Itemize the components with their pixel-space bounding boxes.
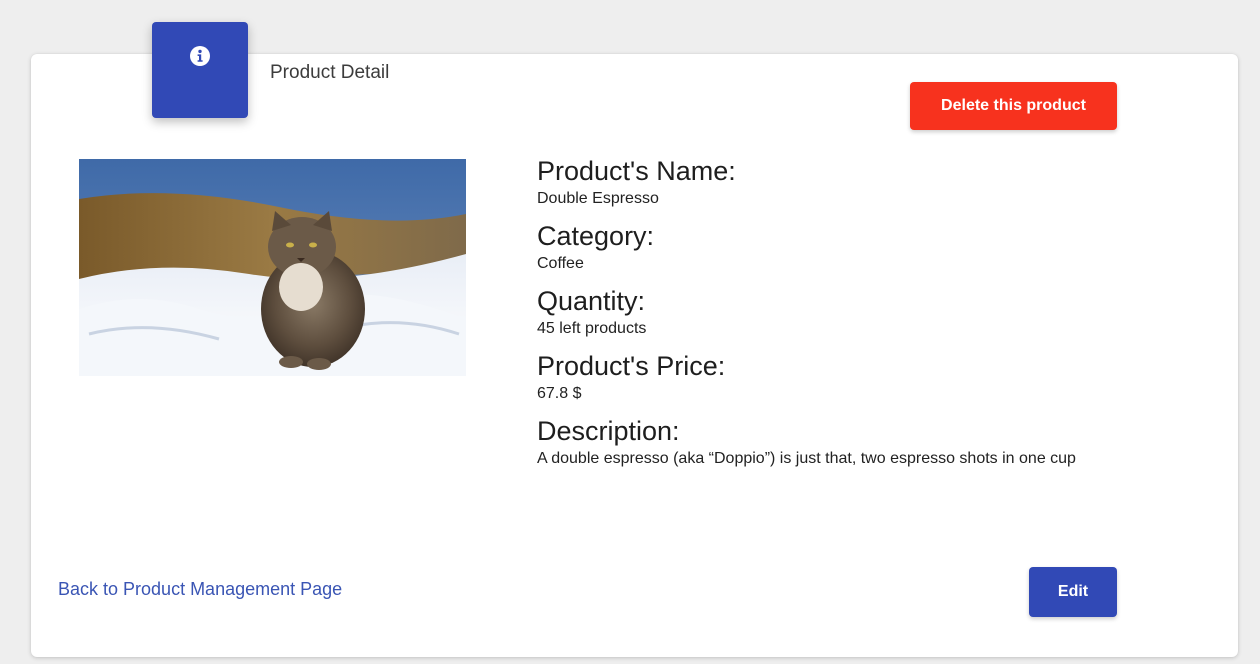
back-to-product-management-link[interactable]: Back to Product Management Page xyxy=(58,579,342,600)
header-badge xyxy=(152,22,248,118)
page: Product Detail Delete this product Produ… xyxy=(0,0,1260,664)
quantity-field: Quantity: 45 left products xyxy=(537,284,1227,340)
category-value: Coffee xyxy=(537,255,584,272)
description-value: A double espresso (aka “Doppio”) is just… xyxy=(537,450,1076,467)
product-image xyxy=(79,159,466,376)
delete-product-button[interactable]: Delete this product xyxy=(910,82,1117,130)
price-label: Product's Price: xyxy=(537,351,726,381)
category-label: Category: xyxy=(537,221,655,251)
product-details: Product's Name: Double Espresso Category… xyxy=(537,154,1227,479)
info-icon xyxy=(190,46,210,66)
name-label: Product's Name: xyxy=(537,156,736,186)
name-value: Double Espresso xyxy=(537,190,659,207)
description-label: Description: xyxy=(537,416,680,446)
category-field: Category: Coffee xyxy=(537,219,1227,275)
quantity-value: 45 left products xyxy=(537,320,647,337)
description-field: Description: A double espresso (aka “Dop… xyxy=(537,414,1227,470)
quantity-label: Quantity: xyxy=(537,286,646,316)
card-title: Product Detail xyxy=(270,62,390,83)
name-field: Product's Name: Double Espresso xyxy=(537,154,1227,210)
price-field: Product's Price: 67.8 $ xyxy=(537,349,1227,405)
edit-button[interactable]: Edit xyxy=(1029,567,1117,617)
price-value: 67.8 $ xyxy=(537,385,582,402)
